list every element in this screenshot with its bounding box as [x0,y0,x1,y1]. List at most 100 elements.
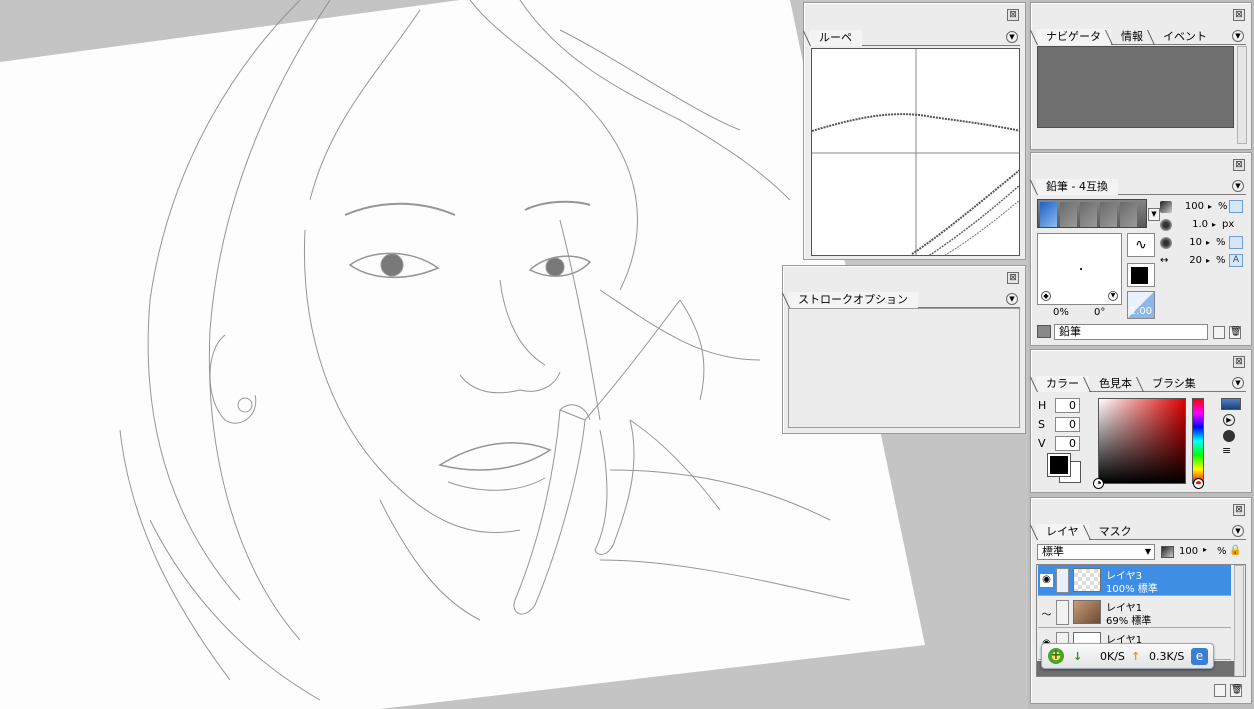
arrow-icon: ▸ [1212,220,1217,229]
close-icon[interactable]: ⊠ [1233,504,1245,516]
pressure-toggle-icon[interactable] [1229,200,1243,213]
lock-icon[interactable]: 🔒 [1229,545,1243,558]
panel-menu-icon[interactable]: ▼ [1232,180,1244,192]
tab-color[interactable]: カラー [1036,376,1089,392]
sv-cursor[interactable] [1093,478,1104,489]
size-row[interactable]: 1.0 ▸ px [1160,218,1242,232]
saturation-field[interactable]: S0 [1038,417,1082,432]
brush-color-swatch [1131,267,1148,284]
hue-slider[interactable] [1192,398,1204,489]
tab-navigator[interactable]: ナビゲータ [1036,29,1111,45]
network-speed-widget[interactable]: + ↓ 0K/S ↑ 0.3K/S e [1041,643,1214,669]
value-slider[interactable]: 1.00 [1127,291,1155,319]
eye-icon[interactable]: ◉ [1040,574,1053,587]
layers-scrollbar[interactable] [1234,565,1244,676]
opacity-icon [1161,546,1174,558]
panel-menu-icon[interactable]: ▼ [1232,30,1244,42]
trash-icon[interactable]: 🗑 [1229,326,1241,339]
pressure-toggle-icon[interactable] [1229,236,1243,249]
eye-icon[interactable]: ～ [1040,606,1053,621]
new-layer-icon[interactable] [1214,684,1226,697]
tab-stroke-option[interactable]: ストロークオプション [788,292,918,308]
hue-cursor[interactable] [1193,478,1204,489]
brush-name-field[interactable]: 鉛筆 [1054,324,1208,340]
size-icon [1160,219,1172,231]
play-icon[interactable]: ▶ [1223,414,1235,426]
browser-icon[interactable]: e [1191,648,1208,665]
brush-preset-icon[interactable] [1100,202,1117,227]
close-icon[interactable]: ⊠ [1007,9,1019,21]
loupe-view[interactable] [811,48,1020,256]
brush-preset-icon[interactable] [1080,202,1097,227]
loupe-panel: ⊠ ルーペ ▼ [803,2,1026,260]
arrow-icon: ▸ [1203,545,1208,554]
brush-type-icon [1037,325,1051,338]
stroke-option-body [788,308,1020,428]
tab-brush-collection[interactable]: ブラシ集 [1142,376,1206,392]
brush-lock-icon[interactable] [1056,568,1069,593]
navigator-panel: ⊠ ナビゲータ 情報 イベント ▼ [1030,2,1252,150]
color-panel: ⊠ カラー 色見本 ブラシ集 ▼ H0 S0 V0 ▶ ≡ [1030,349,1252,493]
close-icon[interactable]: ⊠ [1233,356,1245,368]
tab-layers[interactable]: レイヤ [1036,524,1089,540]
trash-icon[interactable]: 🗑 [1230,684,1242,697]
tab-mask[interactable]: マスク [1089,524,1142,540]
foreground-color-swatch[interactable] [1047,453,1071,477]
pencil-tool-panel: ⊠ 鉛筆 - 4互換 ▼ ▼ ◆ ▼ 0% 0° ∿ 1.00 100 ▸ % … [1030,152,1252,346]
opacity-icon [1160,201,1172,213]
angle-degree: 0° [1094,307,1106,318]
preview-menu-icon[interactable]: ▼ [1108,291,1118,301]
value-field[interactable]: V0 [1038,436,1082,451]
navigator-tabbar: ナビゲータ 情報 イベント ▼ [1036,29,1246,45]
blend-mode-select[interactable]: 標準 ▼ [1037,544,1155,560]
upload-speed: 0.3K/S [1149,650,1185,663]
color-mode-icon[interactable] [1221,398,1241,410]
brush-lock-icon[interactable] [1056,600,1069,625]
panel-menu-icon[interactable]: ▼ [1006,31,1018,43]
spacing-row[interactable]: ↔ 20 ▸ % A [1160,254,1243,268]
tab-event[interactable]: イベント [1153,29,1217,45]
opacity-unit: % [1217,546,1227,557]
navigator-scrollbar[interactable] [1237,46,1247,144]
close-icon[interactable]: ⊠ [1233,159,1245,171]
list-menu-icon[interactable]: ≡ [1222,445,1231,456]
navigator-view[interactable] [1037,46,1234,128]
color-dot-icon[interactable] [1223,430,1235,442]
close-icon[interactable]: ⊠ [1233,9,1245,21]
hue-field[interactable]: H0 [1038,398,1082,413]
opacity-row[interactable]: 100 ▸ % [1160,200,1243,214]
brush-preset-strip[interactable] [1037,199,1147,228]
brush-preset-icon[interactable] [1120,202,1137,227]
brush-color-button[interactable] [1127,263,1155,287]
brush-dropdown-icon[interactable]: ▼ [1148,208,1160,221]
text-toggle-icon[interactable]: A [1229,254,1243,267]
panel-menu-icon[interactable]: ▼ [1232,525,1244,537]
stroke-curve-icon[interactable]: ∿ [1127,233,1155,257]
upload-arrow-icon: ↑ [1131,650,1141,663]
loupe-tabbar: ルーペ ▼ [809,30,1020,46]
angle-handle-icon[interactable]: ◆ [1041,291,1051,301]
layers-panel: ⊠ レイヤ マスク ▼ 標準 ▼ 100 ▸ % 🔒 ◉ レイヤ3 100% 標準… [1030,497,1252,704]
angle-percent: 0% [1053,307,1069,318]
density-row[interactable]: 10 ▸ % [1160,236,1243,250]
panel-menu-icon[interactable]: ▼ [1006,293,1018,305]
brush-dot [1080,268,1082,270]
saturation-value-picker[interactable] [1093,398,1186,489]
layers-tabbar: レイヤ マスク ▼ [1036,524,1246,540]
arrow-icon: ▸ [1208,202,1213,211]
plus-icon[interactable]: + [1048,648,1064,664]
brush-preset-icon[interactable] [1060,202,1077,227]
tab-loupe[interactable]: ルーペ [809,30,862,46]
density-icon [1160,237,1172,249]
pencil-icon[interactable] [1040,202,1057,227]
tab-pencil[interactable]: 鉛筆 - 4互換 [1036,179,1118,195]
panel-menu-icon[interactable]: ▼ [1232,377,1244,389]
new-brush-icon[interactable] [1213,326,1225,339]
layer-row[interactable]: ◉ レイヤ3 100% 標準 [1038,565,1231,596]
tab-swatches[interactable]: 色見本 [1089,376,1142,392]
download-speed: 0K/S [1100,650,1125,663]
close-icon[interactable]: ⊠ [1007,272,1019,284]
layer-row[interactable]: ～ レイヤ1 69% 標準 [1038,597,1231,628]
download-arrow-icon: ↓ [1073,650,1083,663]
layer-opacity[interactable]: 100 [1179,546,1198,557]
